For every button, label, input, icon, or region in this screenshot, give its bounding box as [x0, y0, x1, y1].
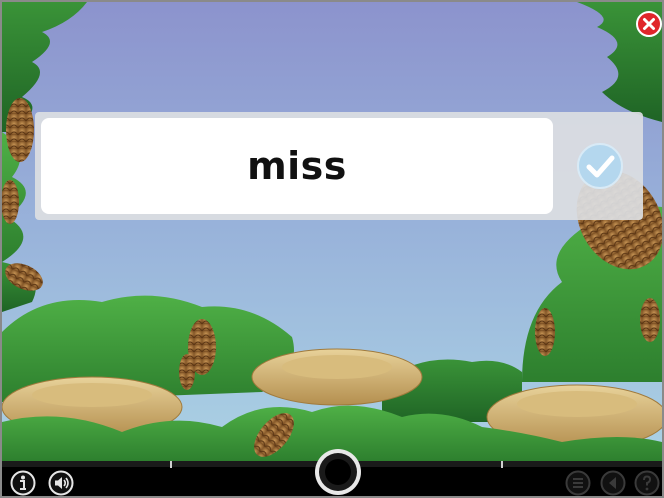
forest-nest-scene: [2, 2, 662, 496]
record-icon: [315, 449, 361, 495]
list-icon: [565, 470, 591, 496]
progress-tick: [170, 461, 172, 468]
word-panel: miss: [35, 112, 643, 220]
sound-button[interactable]: [48, 470, 74, 496]
previous-button[interactable]: [600, 470, 626, 496]
game-stage: miss: [0, 0, 664, 498]
help-icon: [634, 470, 660, 496]
target-word: miss: [247, 144, 347, 188]
previous-icon: [600, 470, 626, 496]
close-icon: [636, 11, 662, 37]
list-button[interactable]: [565, 470, 591, 496]
speaker-icon: [48, 470, 74, 496]
word-card: miss: [41, 118, 553, 214]
info-button[interactable]: [10, 470, 36, 496]
progress-tick: [501, 461, 503, 468]
checkmark-icon: [577, 143, 623, 189]
close-button[interactable]: [636, 11, 662, 37]
record-button[interactable]: [313, 447, 363, 496]
help-button[interactable]: [634, 470, 660, 496]
info-icon: [10, 470, 36, 496]
check-button[interactable]: [575, 141, 625, 191]
